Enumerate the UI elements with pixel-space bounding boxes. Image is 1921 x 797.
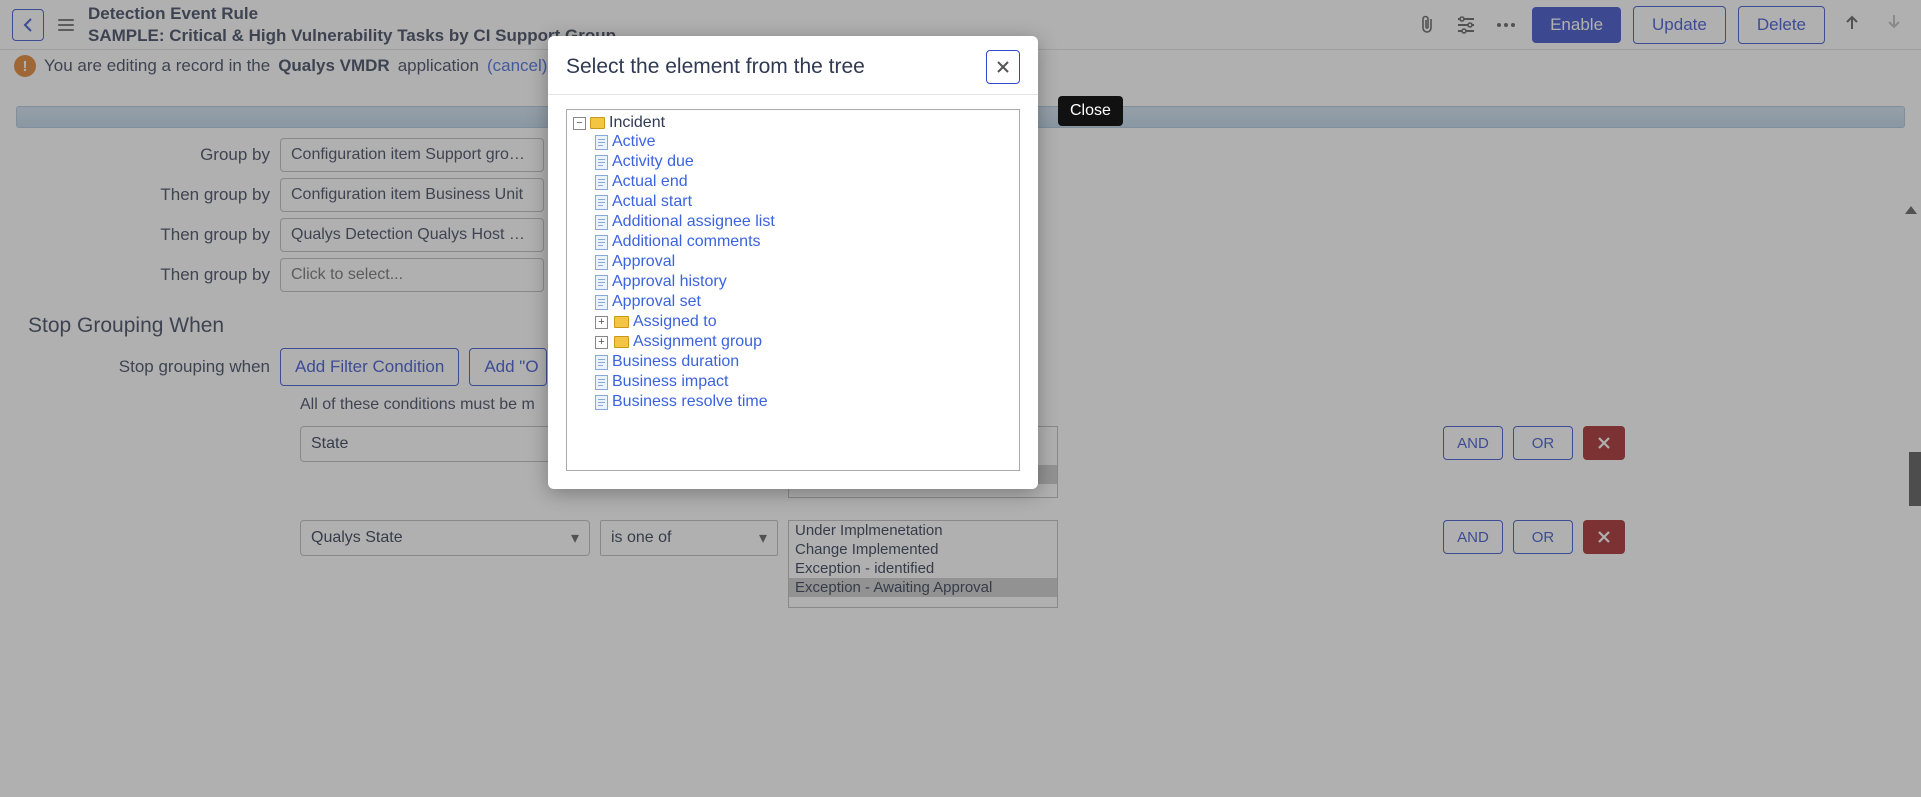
collapse-icon[interactable]: − [573,117,586,130]
tree-item-label[interactable]: Actual end [612,173,688,191]
folder-icon [614,316,629,328]
field-icon [595,175,608,190]
close-icon [996,60,1010,74]
tree-item-label[interactable]: Approval set [612,293,701,311]
tree-leaf-item[interactable]: Approval [595,252,1013,272]
tree-leaf-item[interactable]: Approval set [595,292,1013,312]
tree-leaf-item[interactable]: Business resolve time [595,392,1013,412]
field-icon [595,235,608,250]
field-icon [595,135,608,150]
expand-icon[interactable]: + [595,336,608,349]
field-icon [595,375,608,390]
close-tooltip: Close [1058,96,1123,126]
tree-root-label: Incident [609,114,665,132]
field-icon [595,215,608,230]
tree-item-label[interactable]: Business resolve time [612,393,768,411]
tree-item-label[interactable]: Business duration [612,353,739,371]
field-icon [595,395,608,410]
tree-children: Active Activity due Actual end Actual start… [595,132,1013,412]
field-icon [595,155,608,170]
tree-leaf-item[interactable]: Actual start [595,192,1013,212]
tree-root[interactable]: − Incident [573,114,1013,132]
tree-leaf-item[interactable]: Active [595,132,1013,152]
tree-leaf-item[interactable]: Business duration [595,352,1013,372]
tree-leaf-item[interactable]: Additional comments [595,232,1013,252]
tree-item-label[interactable]: Assignment group [633,333,762,351]
tree-container[interactable]: − Incident ActiveActivity dueActual endA… [566,109,1020,471]
tree-leaf-item[interactable]: Additional assignee list [595,212,1013,232]
tree-item-label[interactable]: Approval [612,253,675,271]
tree-item-label[interactable]: Business impact [612,373,729,391]
expand-icon[interactable]: + [595,316,608,329]
tree-item-label[interactable]: Assigned to [633,313,717,331]
field-icon [595,195,608,210]
modal-body: − Incident ActiveActivity dueActual endA… [548,95,1038,489]
modal-header: Select the element from the tree [548,36,1038,95]
tree-item-label[interactable]: Additional assignee list [612,213,775,231]
tree-item-label[interactable]: Additional comments [612,233,761,251]
field-icon [595,275,608,290]
tree-leaf-item[interactable]: Approval history [595,272,1013,292]
tree-item-label[interactable]: Activity due [612,153,694,171]
modal-close-button[interactable] [986,50,1020,84]
tree-picker-modal: Select the element from the tree − Incid… [548,36,1038,489]
modal-title: Select the element from the tree [566,55,865,79]
tree-leaf-item[interactable]: Activity due [595,152,1013,172]
field-icon [595,255,608,270]
tree-item-label[interactable]: Approval history [612,273,727,291]
tree-item-label[interactable]: Actual start [612,193,692,211]
tree-leaf-item[interactable]: Actual end [595,172,1013,192]
field-icon [595,355,608,370]
folder-icon [590,117,605,129]
tree-folder-item[interactable]: + Assigned to [595,312,1013,332]
tree-folder-item[interactable]: + Assignment group [595,332,1013,352]
field-icon [595,295,608,310]
tree-item-label[interactable]: Active [612,133,656,151]
tree-leaf-item[interactable]: Business impact [595,372,1013,392]
folder-icon [614,336,629,348]
